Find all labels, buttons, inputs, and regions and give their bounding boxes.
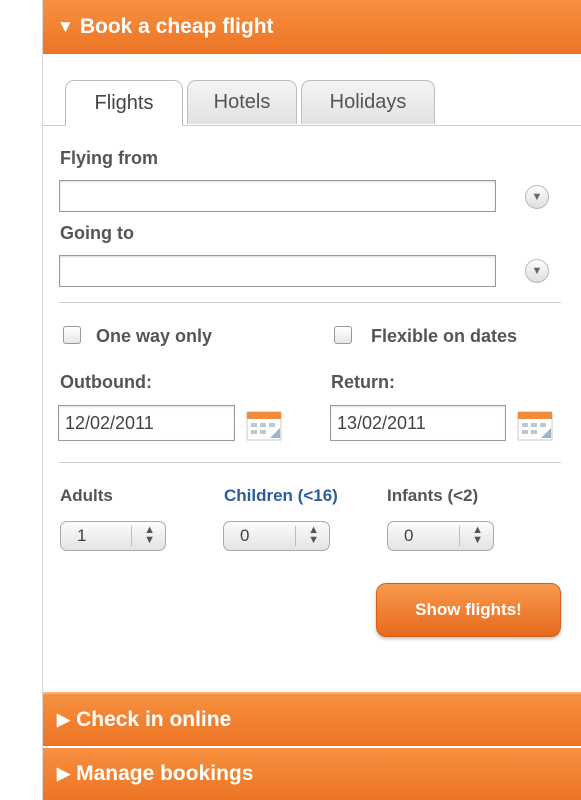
collapse-triangle-icon: ▼ [57,17,74,36]
select-separator [295,526,296,546]
flying-from-input[interactable] [59,180,496,212]
going-to-dropdown-icon[interactable]: ▼ [525,259,549,283]
tab-flights[interactable]: Flights [65,80,183,126]
stepper-arrows-icon: ▲ ▼ [472,524,483,546]
divider [59,302,561,303]
check-in-online-header[interactable]: ▶ Check in online [43,692,581,746]
outbound-date-input[interactable]: 12/02/2011 [58,405,235,441]
flexible-dates-checkbox[interactable] [334,326,352,344]
manage-bookings-header[interactable]: ▶ Manage bookings [43,748,581,800]
one-way-checkbox[interactable] [63,326,81,344]
flying-from-label: Flying from [60,148,158,168]
infants-select[interactable]: 0 ▲ ▼ [387,521,494,551]
adults-select[interactable]: 1 ▲ ▼ [60,521,166,551]
flight-booking-widget: ▼ Book a cheap flight Flights Hotels Hol… [42,0,581,800]
going-to-input[interactable] [59,255,496,287]
return-calendar-icon[interactable] [517,411,553,441]
book-flight-header[interactable]: ▼ Book a cheap flight [43,0,581,54]
infants-value: 0 [404,526,414,545]
tab-bar: Flights Hotels Holidays [43,80,581,126]
one-way-label: One way only [96,326,213,346]
adults-label: Adults [60,486,113,505]
outbound-calendar-icon[interactable] [246,411,282,441]
select-separator [459,526,460,546]
manage-bookings-title: Manage bookings [76,762,254,785]
flexible-dates-label: Flexible on dates [371,326,518,346]
infants-label: Infants (<2) [387,486,479,505]
return-date-input[interactable]: 13/02/2011 [330,405,506,441]
children-label: Children (<16) [224,486,338,505]
check-in-online-title: Check in online [76,708,232,731]
stepper-arrows-icon: ▲ ▼ [308,524,319,546]
tab-holidays[interactable]: Holidays [301,80,435,124]
expand-triangle-icon: ▶ [57,710,71,729]
show-flights-button[interactable]: Show flights! [376,583,561,637]
select-separator [131,526,132,546]
divider [59,462,561,463]
children-value: 0 [240,526,250,545]
flying-from-dropdown-icon[interactable]: ▼ [525,185,549,209]
stepper-arrows-icon: ▲ ▼ [144,524,155,546]
adults-value: 1 [77,526,87,545]
tab-hotels[interactable]: Hotels [187,80,297,124]
book-flight-title: Book a cheap flight [79,15,274,38]
expand-triangle-icon: ▶ [57,764,71,783]
return-label: Return: [331,372,395,392]
outbound-label: Outbound: [60,372,152,392]
children-select[interactable]: 0 ▲ ▼ [223,521,330,551]
going-to-label: Going to [60,223,134,243]
